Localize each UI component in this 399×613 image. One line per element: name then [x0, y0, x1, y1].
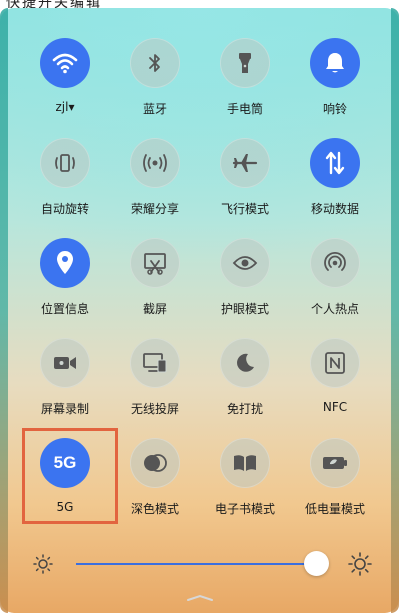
tile-screen-record[interactable]: 屏幕录制	[15, 338, 115, 438]
tile-label: 护眼模式	[220, 302, 269, 316]
tile-label: 截屏	[142, 302, 167, 316]
tile-5g[interactable]: 5G 5G	[15, 438, 115, 538]
wifi-icon[interactable]	[40, 38, 90, 88]
tile-label: 无线投屏	[130, 402, 179, 416]
brightness-slider[interactable]	[0, 548, 399, 580]
tile-ebook[interactable]: 电子书模式	[195, 438, 295, 538]
battery-saver-icon[interactable]	[310, 438, 360, 488]
tile-battery-saver[interactable]: 低电量模式	[285, 438, 385, 538]
panel-edge-left	[0, 8, 8, 613]
5g-icon-text: 5G	[53, 453, 77, 472]
ebook-icon[interactable]	[220, 438, 270, 488]
bell-icon[interactable]	[310, 38, 360, 88]
brightness-thumb[interactable]	[303, 551, 329, 576]
flashlight-icon[interactable]	[220, 38, 270, 88]
mobile-data-icon[interactable]	[310, 138, 360, 188]
tile-screenshot[interactable]: 截屏	[105, 238, 205, 338]
tile-label: 自动旋转	[40, 202, 89, 216]
tile-label: 位置信息	[40, 302, 89, 316]
tile-label: 深色模式	[130, 502, 179, 516]
tile-mobile-data[interactable]: 移动数据	[285, 138, 385, 238]
dark-mode-icon[interactable]	[130, 438, 180, 488]
eye-icon[interactable]	[220, 238, 270, 288]
screen-record-icon[interactable]	[40, 338, 90, 388]
tile-auto-rotate[interactable]: 自动旋转	[15, 138, 115, 238]
share-icon[interactable]	[130, 138, 180, 188]
bluetooth-icon[interactable]	[130, 38, 180, 88]
tile-label: 响铃	[322, 102, 347, 116]
airplane-icon[interactable]	[220, 138, 270, 188]
tile-label: NFC	[322, 400, 348, 414]
tile-dark-mode[interactable]: 深色模式	[105, 438, 205, 538]
nfc-icon[interactable]	[310, 338, 360, 388]
moon-icon[interactable]	[220, 338, 270, 388]
brightness-low-icon	[33, 554, 53, 574]
tile-share[interactable]: 荣耀分享	[105, 138, 205, 238]
tile-label: 5G	[56, 500, 74, 514]
auto-rotate-icon[interactable]	[40, 138, 90, 188]
wireless-projection-icon[interactable]	[130, 338, 180, 388]
hotspot-icon[interactable]	[310, 238, 360, 288]
brightness-high-icon	[348, 552, 372, 576]
tile-label: zjl▾	[55, 100, 75, 114]
tile-ring[interactable]: 响铃	[285, 38, 385, 138]
location-icon[interactable]	[40, 238, 90, 288]
tile-do-not-disturb[interactable]: 免打扰	[195, 338, 295, 438]
screenshot-icon[interactable]	[130, 238, 180, 288]
tile-label: 个人热点	[310, 302, 359, 316]
tile-wifi[interactable]: zjl▾	[15, 38, 115, 138]
tile-nfc[interactable]: NFC	[285, 338, 385, 438]
tile-label: 荣耀分享	[130, 202, 179, 216]
tile-label: 电子书模式	[214, 502, 275, 516]
brightness-track[interactable]	[76, 563, 326, 565]
tile-eye-comfort[interactable]: 护眼模式	[195, 238, 295, 338]
panel-edge-right	[391, 8, 399, 613]
tile-label: 手电筒	[226, 102, 263, 116]
tile-label: 免打扰	[226, 402, 263, 416]
tile-flashlight[interactable]: 手电筒	[195, 38, 295, 138]
top-caption: 快捷开关编辑	[6, 0, 102, 8]
tile-bluetooth[interactable]: 蓝牙	[105, 38, 205, 138]
5g-icon[interactable]: 5G	[40, 438, 90, 488]
tile-airplane[interactable]: 飞行模式	[195, 138, 295, 238]
tile-label: 屏幕录制	[40, 402, 89, 416]
tile-label: 飞行模式	[220, 202, 269, 216]
tile-wireless-projection[interactable]: 无线投屏	[105, 338, 205, 438]
tile-label: 移动数据	[310, 202, 359, 216]
tile-location[interactable]: 位置信息	[15, 238, 115, 338]
tile-hotspot[interactable]: 个人热点	[285, 238, 385, 338]
tile-label: 蓝牙	[142, 102, 167, 116]
tile-label: 低电量模式	[304, 502, 365, 516]
drag-handle-icon[interactable]	[186, 594, 214, 602]
